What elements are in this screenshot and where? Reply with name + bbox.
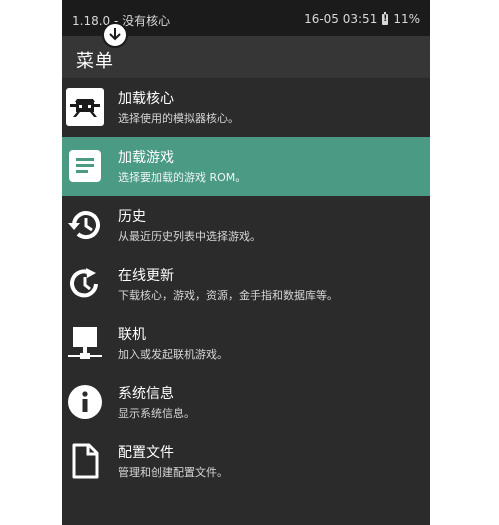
status-battery: 11% <box>393 12 420 26</box>
page-title: 菜单 <box>76 51 114 72</box>
file-icon <box>66 442 104 480</box>
menu-item-config-file[interactable]: 配置文件 管理和创建配置文件。 <box>62 432 430 491</box>
download-icon[interactable] <box>102 22 128 48</box>
core-icon <box>66 88 104 126</box>
menu-item-title: 系统信息 <box>118 386 174 402</box>
status-time: 16-05 03:51 <box>304 12 378 26</box>
menu-item-subtitle: 加入或发起联机游戏。 <box>118 348 228 361</box>
menu-item-subtitle: 显示系统信息。 <box>118 407 195 420</box>
menu-item-netplay[interactable]: 联机 加入或发起联机游戏。 <box>62 314 430 373</box>
document-icon <box>66 147 104 185</box>
menu-item-load-core[interactable]: 加载核心 选择使用的模拟器核心。 <box>62 78 430 137</box>
menu-item-title: 配置文件 <box>118 445 174 461</box>
menu-item-history[interactable]: 历史 从最近历史列表中选择游戏。 <box>62 196 430 255</box>
menu-item-title: 联机 <box>118 327 146 343</box>
menu-item-subtitle: 选择使用的模拟器核心。 <box>118 112 239 125</box>
history-icon <box>66 206 104 244</box>
menu-item-subtitle: 选择要加载的游戏 ROM。 <box>118 171 247 184</box>
menu-item-subtitle: 从最近历史列表中选择游戏。 <box>118 230 261 243</box>
menu-item-load-game[interactable]: 加载游戏 选择要加载的游戏 ROM。 <box>62 137 430 196</box>
info-icon <box>66 383 104 421</box>
menu-item-title: 加载游戏 <box>118 150 174 166</box>
update-icon <box>66 265 104 303</box>
menu-item-subtitle: 下载核心，游戏，资源，金手指和数据库等。 <box>118 289 338 302</box>
menu-item-subtitle: 管理和创建配置文件。 <box>118 466 228 479</box>
menu-item-online-updater[interactable]: 在线更新 下载核心，游戏，资源，金手指和数据库等。 <box>62 255 430 314</box>
menu-item-system-info[interactable]: 系统信息 显示系统信息。 <box>62 373 430 432</box>
menu-item-title: 在线更新 <box>118 268 174 284</box>
battery-icon: ! <box>382 11 389 25</box>
status-right: 16-05 03:51 ! 11% <box>304 11 420 26</box>
main-menu: 加载核心 选择使用的模拟器核心。 加载游戏 选择要加载的游戏 ROM。 历史 从… <box>62 78 430 491</box>
menu-item-title: 加载核心 <box>118 91 174 107</box>
phone-screen: 1.18.0 - 没有核心 16-05 03:51 ! 11% 菜单 加载核心 … <box>62 0 430 525</box>
menu-item-title: 历史 <box>118 209 146 225</box>
network-icon <box>66 324 104 362</box>
